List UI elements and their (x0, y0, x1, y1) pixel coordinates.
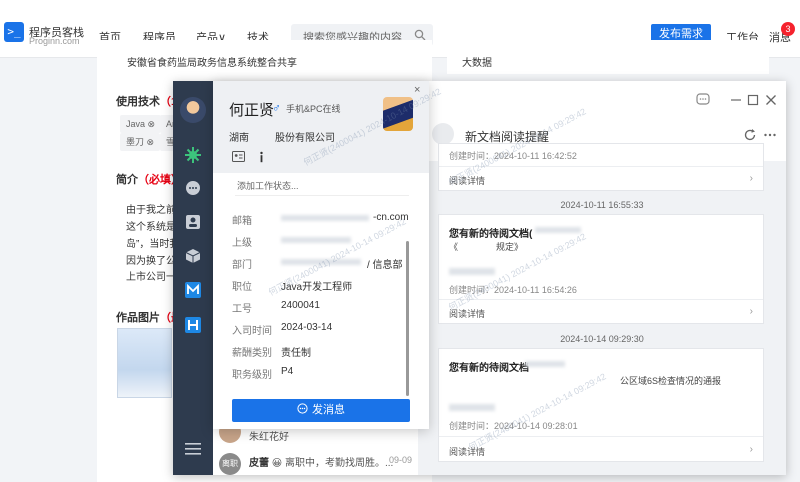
read-detail-link[interactable]: 阅读详情 (449, 174, 485, 187)
doc-created-time: 创建时间：2024-10-14 09:28:01 (449, 421, 578, 431)
redacted-text (449, 268, 495, 275)
chat-sidebar (173, 81, 213, 475)
redacted-text (281, 237, 351, 243)
redacted-text (525, 361, 565, 367)
id-card-icon[interactable] (232, 150, 245, 163)
redacted-text (281, 259, 361, 265)
send-message-label: 发消息 (312, 404, 345, 416)
work-image-thumbnail[interactable] (117, 328, 172, 398)
message-count-badge: 3 (781, 22, 795, 36)
work-status-input[interactable]: 添加工作状态... (235, 176, 409, 196)
profile-name: 何正贤 (229, 102, 275, 119)
profile-field-label: 薪酬类别 (232, 348, 272, 359)
read-detail-link[interactable]: 阅读详情 (449, 307, 485, 320)
profile-field-value: 2400041 (281, 300, 320, 311)
meeting-app-icon[interactable] (185, 282, 201, 298)
minimize-icon[interactable] (729, 93, 743, 107)
chat-bubble-icon[interactable] (185, 180, 201, 196)
profile-field-value: / 信息部 (367, 260, 403, 271)
chevron-right-icon[interactable]: › (750, 306, 753, 317)
logo-icon[interactable]: >_ (4, 22, 24, 42)
intro-text-line: 岛”，当时我 (126, 239, 180, 250)
profile-field-label: 职务级别 (232, 370, 272, 381)
doc-message-line: 《规定》 (449, 242, 524, 252)
close-icon[interactable]: × (414, 84, 420, 96)
card-divider (439, 436, 763, 437)
industry-value: 大数据 (462, 58, 492, 69)
close-icon[interactable] (764, 93, 778, 107)
maximize-icon[interactable] (746, 93, 760, 107)
profile-field-value: 责任制 (281, 348, 311, 359)
profile-field-label: 职位 (232, 282, 252, 293)
doc-created-time: 创建时间：2024-10-11 16:54:26 (449, 285, 577, 295)
date-separator: 2024-10-11 16:55:33 (560, 200, 644, 210)
profile-field-label: 上级 (232, 238, 252, 249)
refresh-icon[interactable] (743, 128, 757, 142)
workspace-icon[interactable] (185, 147, 201, 163)
card-divider (439, 299, 763, 300)
doc-message-card: 创建时间：2024-10-11 16:42:52 阅读详情 › (438, 143, 764, 191)
redacted-text (535, 227, 581, 233)
doc-message-card: 您有新的待阅文档( 《规定》 创建时间：2024-10-11 16:54:26 … (438, 214, 764, 324)
industry-field[interactable] (447, 40, 769, 74)
more-icon[interactable] (763, 128, 777, 142)
contacts-icon[interactable] (185, 214, 201, 230)
chat-preview[interactable]: 朱红花好 (249, 428, 289, 443)
doc-message-title: 您有新的待阅文档 (449, 363, 529, 374)
chevron-right-icon[interactable]: › (750, 173, 753, 184)
male-icon: ♂ (272, 101, 281, 115)
doc-message-title: 您有新的待阅文档( (449, 229, 533, 240)
doc-message-line: 公区域6S检查情况的通报 (620, 376, 722, 386)
chat-date: 09-09 (388, 455, 412, 465)
read-detail-link[interactable]: 阅读详情 (449, 445, 485, 458)
skill-tag[interactable]: Java ⊗ (120, 115, 162, 133)
online-status: 手机&PC在线 (286, 104, 341, 114)
cube-icon[interactable] (185, 248, 201, 264)
chat-name[interactable]: 皮蕾 😀 离职中，考勤找周胜。... (249, 454, 393, 469)
profile-company: 湖南 股份有限公司 (229, 133, 335, 144)
project-name-value: 安徽省食药监局政务信息系统整合共享 (127, 58, 297, 69)
chat-avatar[interactable]: 离职 (219, 453, 241, 475)
redacted-text (449, 404, 495, 411)
profile-avatar[interactable] (383, 97, 413, 131)
profile-field-label: 邮箱 (232, 216, 252, 227)
chat-bubble-icon[interactable] (696, 93, 710, 107)
redacted-text (281, 215, 369, 221)
send-message-button[interactable]: 发消息 (232, 399, 410, 422)
profile-card-popup: 何正贤 ♂ 手机&PC在线 湖南 股份有限公司 × 添加工作状态... 邮箱 -c… (213, 81, 429, 429)
profile-field-label: 入司时间 (232, 326, 272, 337)
profile-field-value: 2024-03-14 (281, 322, 333, 333)
menu-icon[interactable] (185, 443, 201, 455)
profile-field-label: 部门 (232, 260, 252, 271)
user-avatar[interactable] (180, 97, 206, 123)
skills-label: 使用技术（1- (116, 96, 181, 108)
profile-field-value: -cn.com (373, 212, 409, 223)
logo-subtitle: Proginn.com (29, 36, 80, 46)
card-divider (439, 166, 763, 167)
skill-tag[interactable]: 墨刀 ⊗ (120, 133, 161, 151)
doc-created-time: 创建时间：2024-10-11 16:42:52 (449, 151, 577, 161)
profile-field-value: Java开发工程师 (281, 282, 353, 293)
profile-field-label: 工号 (232, 304, 252, 315)
info-icon[interactable] (255, 150, 268, 163)
intro-text-line: 这个系统是 (126, 222, 176, 233)
doc-message-card: 您有新的待阅文档 公区域6S检查情况的通报 创建时间：2024-10-14 09… (438, 348, 764, 462)
conversation-panel: 新文档阅读提醒 创建时间：2024-10-11 16:42:52 阅读详情 › … (418, 81, 786, 475)
chevron-right-icon[interactable]: › (750, 444, 753, 455)
date-separator: 2024-10-14 09:29:30 (560, 334, 644, 344)
back-button[interactable] (432, 123, 454, 145)
profile-field-value: P4 (281, 366, 294, 377)
scrollbar[interactable] (406, 241, 409, 396)
h-app-icon[interactable] (185, 317, 201, 333)
chat-bubble-icon (297, 403, 308, 414)
